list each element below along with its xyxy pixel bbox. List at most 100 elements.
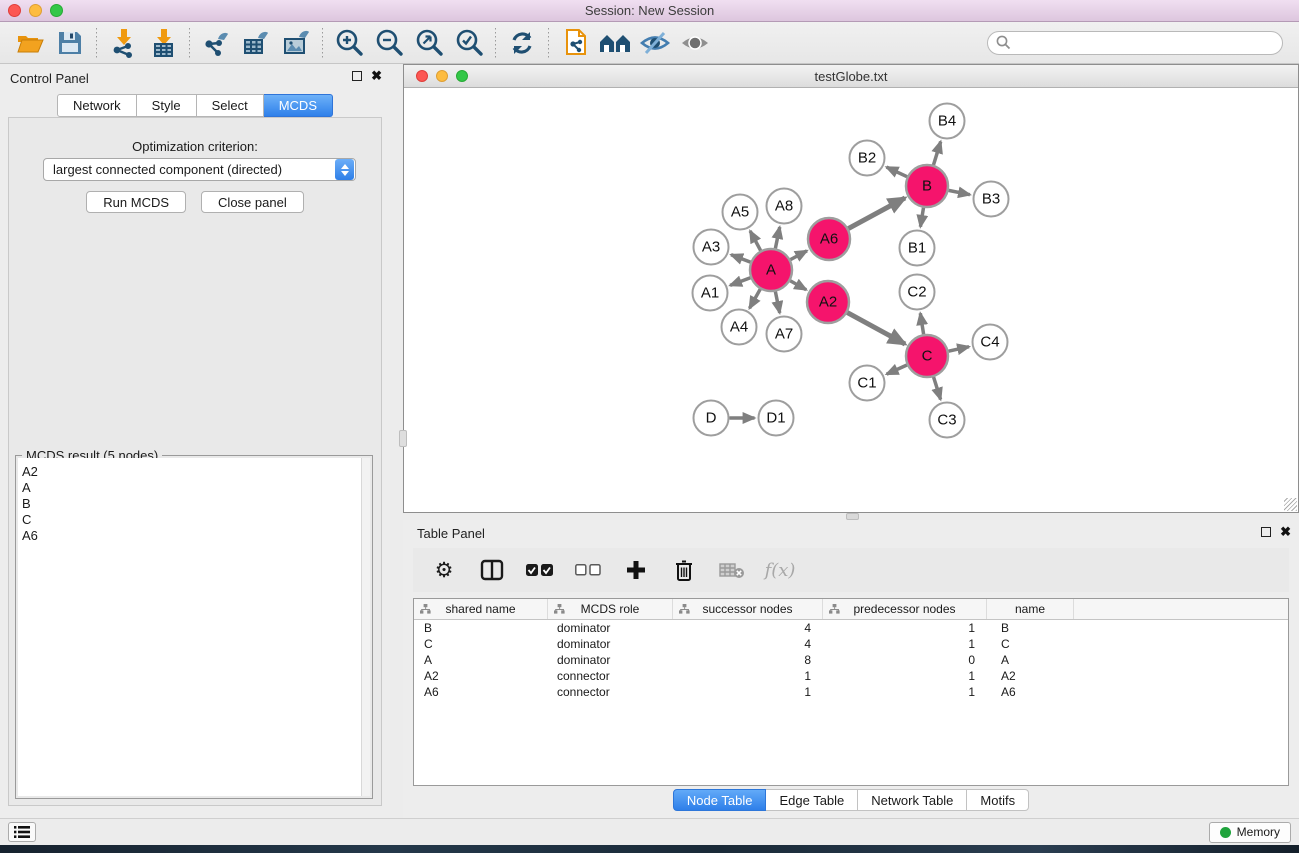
result-item-b[interactable]: B bbox=[18, 496, 370, 512]
graph-node-b3[interactable]: B3 bbox=[974, 182, 1009, 217]
minimize-window-button[interactable] bbox=[29, 4, 42, 17]
tab-select[interactable]: Select bbox=[197, 94, 264, 117]
graph-edge-A-A5[interactable] bbox=[750, 231, 760, 251]
add-column-icon[interactable] bbox=[619, 553, 653, 587]
vertical-splitter-handle[interactable] bbox=[399, 430, 407, 447]
graph-node-c2[interactable]: C2 bbox=[900, 275, 935, 310]
graph-node-a4[interactable]: A4 bbox=[722, 310, 757, 345]
zoom-in-icon[interactable] bbox=[329, 26, 369, 60]
tab-style[interactable]: Style bbox=[137, 94, 197, 117]
graph-node-b1[interactable]: B1 bbox=[900, 231, 935, 266]
function-builder-icon[interactable]: f(x) bbox=[763, 553, 797, 587]
graph-edge-A2-C[interactable] bbox=[847, 313, 905, 344]
tab-node-table[interactable]: Node Table bbox=[673, 789, 767, 811]
graph-edge-A-A3[interactable] bbox=[731, 255, 750, 262]
import-network-icon[interactable] bbox=[103, 26, 143, 60]
deselect-all-icon[interactable] bbox=[571, 553, 605, 587]
network-minimize-button[interactable] bbox=[436, 70, 448, 82]
float-table-panel-icon[interactable] bbox=[1261, 527, 1271, 537]
column-header-shared-name[interactable]: shared name bbox=[414, 599, 548, 619]
refresh-icon[interactable] bbox=[502, 26, 542, 60]
graph-node-a8[interactable]: A8 bbox=[767, 189, 802, 224]
result-item-a[interactable]: A bbox=[18, 480, 370, 496]
column-header-name[interactable]: name bbox=[987, 599, 1074, 619]
close-table-panel-icon[interactable]: ✖ bbox=[1280, 527, 1291, 537]
graph-edge-C-C4[interactable] bbox=[948, 347, 969, 352]
graph-node-c3[interactable]: C3 bbox=[930, 403, 965, 438]
result-item-a6[interactable]: A6 bbox=[18, 528, 370, 544]
hide-selected-icon[interactable] bbox=[635, 26, 675, 60]
gear-icon[interactable]: ⚙ bbox=[427, 553, 461, 587]
show-all-icon[interactable] bbox=[675, 26, 715, 60]
float-panel-icon[interactable] bbox=[352, 71, 362, 81]
column-header-successor-nodes[interactable]: successor nodes bbox=[673, 599, 823, 619]
graph-edge-C-C1[interactable] bbox=[887, 365, 907, 374]
result-item-a2[interactable]: A2 bbox=[18, 464, 370, 480]
graph-edge-A-A1[interactable] bbox=[730, 278, 750, 286]
criterion-dropdown[interactable]: largest connected component (directed) bbox=[43, 158, 356, 181]
graph-edge-B-B3[interactable] bbox=[949, 190, 970, 194]
graph-edge-A6-B[interactable] bbox=[848, 198, 905, 229]
delete-table-icon[interactable] bbox=[715, 553, 749, 587]
tab-mcds[interactable]: MCDS bbox=[264, 94, 333, 117]
tab-edge-table[interactable]: Edge Table bbox=[766, 789, 858, 811]
table-row-c[interactable]: Cdominator41C bbox=[414, 636, 1288, 652]
graph-node-d1[interactable]: D1 bbox=[759, 401, 794, 436]
graph-edge-B-B4[interactable] bbox=[933, 142, 940, 165]
column-header-predecessor-nodes[interactable]: predecessor nodes bbox=[823, 599, 987, 619]
table-row-a[interactable]: Adominator80A bbox=[414, 652, 1288, 668]
columns-icon[interactable] bbox=[475, 553, 509, 587]
result-scrollbar[interactable] bbox=[361, 458, 370, 796]
mcds-result-list[interactable]: A2ABCA6 bbox=[18, 458, 370, 796]
graph-node-a3[interactable]: A3 bbox=[694, 230, 729, 265]
export-table-icon[interactable] bbox=[236, 26, 276, 60]
table-row-a2[interactable]: A2connector11A2 bbox=[414, 668, 1288, 684]
graph-edge-A-A4[interactable] bbox=[750, 289, 761, 308]
network-canvas[interactable]: B4B2BB3A5A8A6A3B1AA1C2A2A4A7C4CC1DD1C3 bbox=[404, 89, 1298, 512]
close-window-button[interactable] bbox=[8, 4, 21, 17]
memory-button[interactable]: Memory bbox=[1209, 822, 1291, 843]
graph-node-a5[interactable]: A5 bbox=[723, 195, 758, 230]
graph-edge-C-C2[interactable] bbox=[920, 313, 923, 334]
zoom-out-icon[interactable] bbox=[369, 26, 409, 60]
close-panel-icon[interactable]: ✖ bbox=[371, 71, 382, 81]
graph-node-c4[interactable]: C4 bbox=[973, 325, 1008, 360]
graph-node-a6[interactable]: A6 bbox=[808, 218, 850, 260]
graph-edge-A-A6[interactable] bbox=[790, 251, 807, 260]
open-file-icon[interactable] bbox=[10, 26, 50, 60]
first-neighbors-icon[interactable] bbox=[595, 26, 635, 60]
graph-node-a7[interactable]: A7 bbox=[767, 317, 802, 352]
tab-network-table[interactable]: Network Table bbox=[858, 789, 967, 811]
window-resize-grip[interactable] bbox=[1284, 498, 1297, 511]
task-history-button[interactable] bbox=[8, 822, 36, 842]
network-close-button[interactable] bbox=[416, 70, 428, 82]
zoom-fit-icon[interactable] bbox=[409, 26, 449, 60]
graph-edge-C-C3[interactable] bbox=[934, 377, 941, 399]
close-panel-button[interactable]: Close panel bbox=[201, 191, 304, 213]
search-input[interactable] bbox=[1016, 35, 1274, 50]
graph-node-c[interactable]: C bbox=[906, 335, 948, 377]
table-row-a6[interactable]: A6connector11A6 bbox=[414, 684, 1288, 700]
graph-node-c1[interactable]: C1 bbox=[850, 366, 885, 401]
graph-edge-A-A7[interactable] bbox=[775, 292, 779, 313]
graph-edge-A-A2[interactable] bbox=[790, 281, 806, 290]
node-table[interactable]: shared nameMCDS rolesuccessor nodesprede… bbox=[413, 598, 1289, 786]
graph-node-a[interactable]: A bbox=[750, 249, 792, 291]
tab-network[interactable]: Network bbox=[57, 94, 137, 117]
save-session-icon[interactable] bbox=[50, 26, 90, 60]
import-table-icon[interactable] bbox=[143, 26, 183, 60]
graph-node-a2[interactable]: A2 bbox=[807, 281, 849, 323]
graph-node-b[interactable]: B bbox=[906, 165, 948, 207]
copy-network-icon[interactable] bbox=[555, 26, 595, 60]
delete-column-icon[interactable] bbox=[667, 553, 701, 587]
horizontal-splitter-handle[interactable] bbox=[846, 513, 859, 520]
graph-edge-B-B1[interactable] bbox=[920, 208, 923, 227]
graph-node-a1[interactable]: A1 bbox=[693, 276, 728, 311]
zoom-selected-icon[interactable] bbox=[449, 26, 489, 60]
run-mcds-button[interactable]: Run MCDS bbox=[86, 191, 186, 213]
graph-node-d[interactable]: D bbox=[694, 401, 729, 436]
select-all-icon[interactable] bbox=[523, 553, 557, 587]
graph-node-b2[interactable]: B2 bbox=[850, 141, 885, 176]
graph-edge-A-A8[interactable] bbox=[775, 227, 779, 248]
table-row-b[interactable]: Bdominator41B bbox=[414, 620, 1288, 636]
